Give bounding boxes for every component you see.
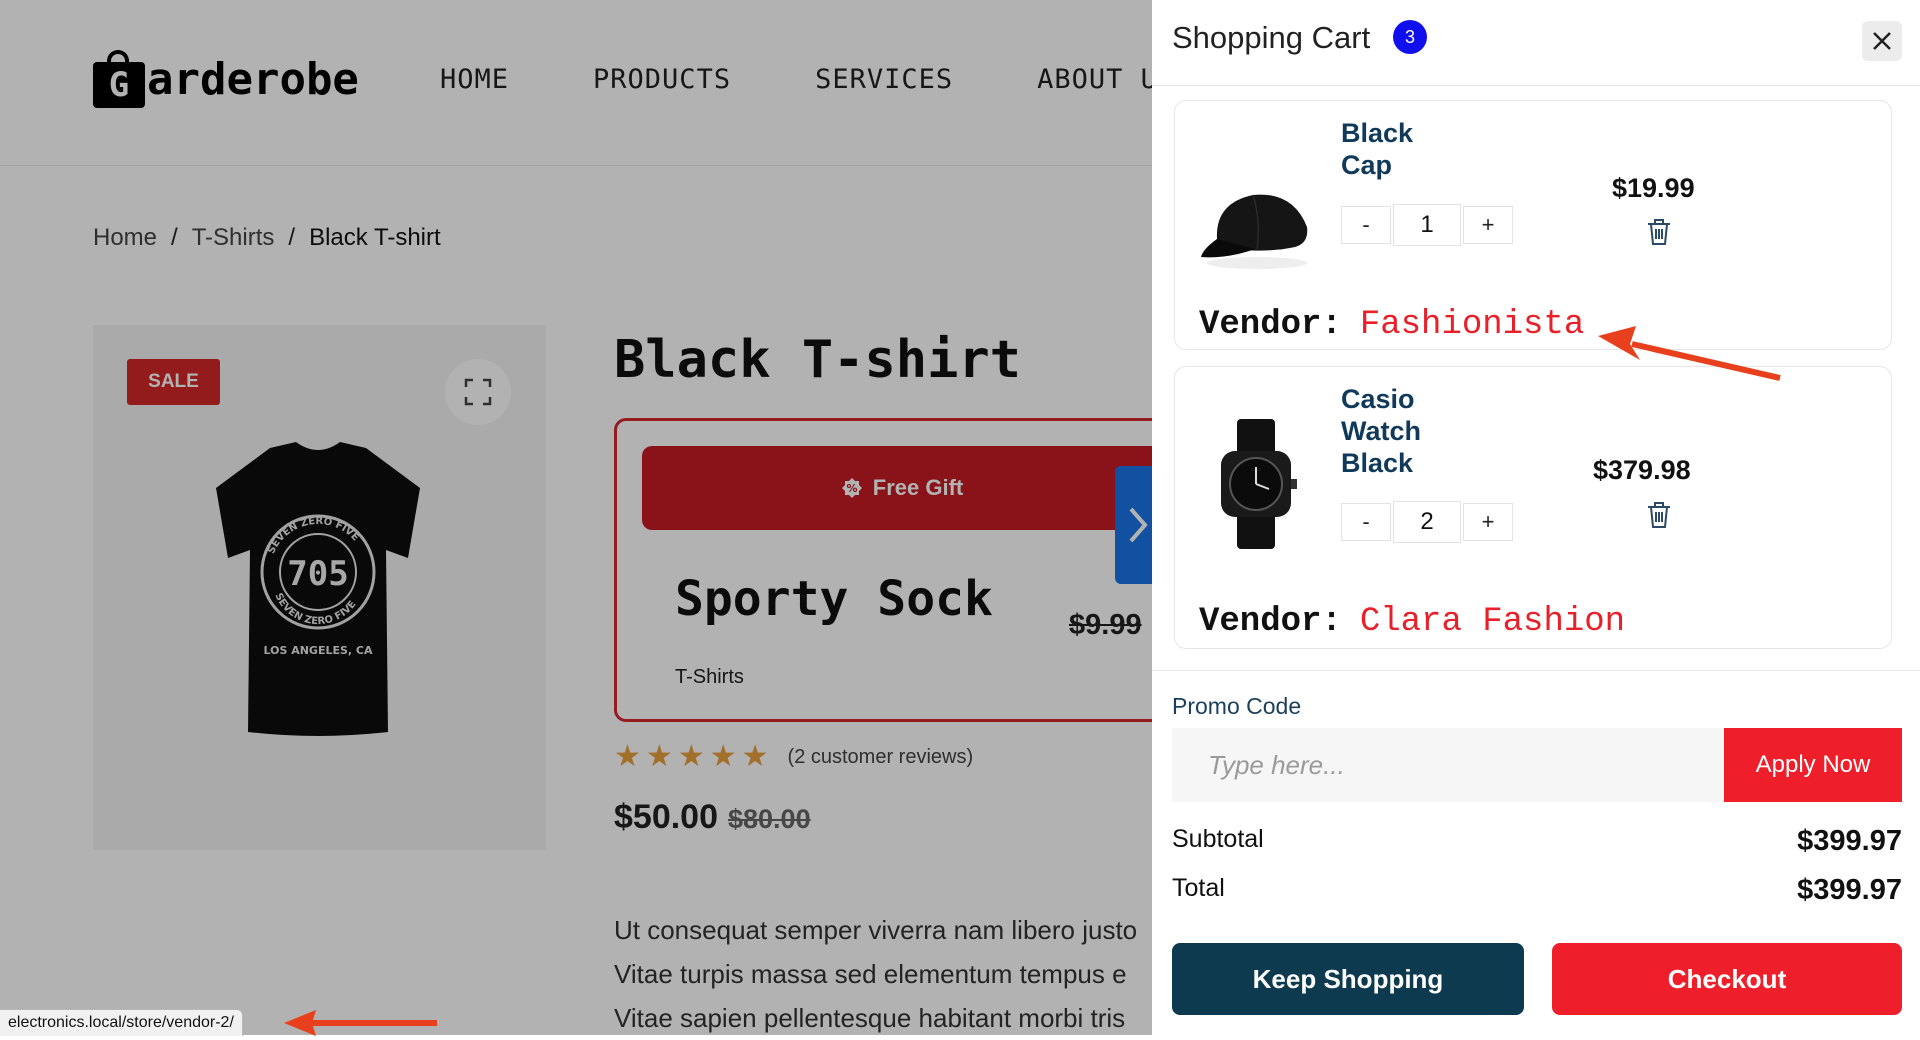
cart-title: Shopping Cart <box>1172 20 1371 55</box>
cart-header: Shopping Cart 3 <box>1152 0 1920 86</box>
vendor-label: Vendor: <box>1199 306 1342 344</box>
item-price: $19.99 <box>1612 173 1695 203</box>
close-cart-button[interactable] <box>1862 21 1902 61</box>
increase-qty-button[interactable]: + <box>1463 503 1513 541</box>
total-row: Total $399.97 <box>1172 874 1902 914</box>
quantity-input[interactable]: 2 <box>1393 501 1461 543</box>
checkout-button[interactable]: Checkout <box>1552 943 1902 1015</box>
quantity-stepper: - 1 + <box>1341 204 1513 246</box>
vendor-name[interactable]: Clara Fashion <box>1360 603 1625 641</box>
item-name[interactable]: Casio Watch Black <box>1341 383 1461 479</box>
quantity-stepper: - 2 + <box>1341 501 1513 543</box>
vendor-name[interactable]: Fashionista <box>1360 306 1584 344</box>
trash-icon[interactable] <box>1646 218 1672 246</box>
item-price: $379.98 <box>1593 455 1691 485</box>
close-icon <box>1873 32 1891 50</box>
shopping-cart-drawer: Shopping Cart 3 Black Cap - 1 + $19.99 V… <box>1152 0 1920 1035</box>
decrease-qty-button[interactable]: - <box>1341 206 1391 244</box>
total-label: Total <box>1172 874 1225 902</box>
subtotal-value: $399.97 <box>1797 825 1902 857</box>
cart-count-badge: 3 <box>1393 20 1427 54</box>
increase-qty-button[interactable]: + <box>1463 206 1513 244</box>
vendor-row: Vendor: Clara Fashion <box>1199 603 1625 641</box>
promo-code-input[interactable] <box>1172 728 1724 802</box>
cart-item: Black Cap - 1 + $19.99 Vendor: Fashionist… <box>1174 100 1892 350</box>
annotation-arrow <box>284 1010 437 1036</box>
total-value: $399.97 <box>1797 874 1902 906</box>
keep-shopping-button[interactable]: Keep Shopping <box>1172 943 1524 1015</box>
vendor-label: Vendor: <box>1199 603 1342 641</box>
quantity-input[interactable]: 1 <box>1393 204 1461 246</box>
trash-icon[interactable] <box>1646 501 1672 529</box>
item-name[interactable]: Black Cap <box>1341 117 1461 181</box>
promo-code-label: Promo Code <box>1172 693 1302 719</box>
decrease-qty-button[interactable]: - <box>1341 503 1391 541</box>
subtotal-label: Subtotal <box>1172 825 1264 853</box>
black-cap-image <box>1201 194 1308 269</box>
annotation-arrow <box>1598 326 1781 381</box>
apply-now-button[interactable]: Apply Now <box>1724 728 1902 802</box>
casio-watch-image <box>1221 419 1297 549</box>
subtotal-row: Subtotal $399.97 <box>1172 825 1902 865</box>
divider <box>1152 670 1920 671</box>
link-status-bar: electronics.local/store/vendor-2/ <box>0 1009 243 1036</box>
vendor-row: Vendor: Fashionista <box>1199 306 1584 344</box>
cart-item: Casio Watch Black - 2 + $379.98 Vendor: C… <box>1174 366 1892 649</box>
